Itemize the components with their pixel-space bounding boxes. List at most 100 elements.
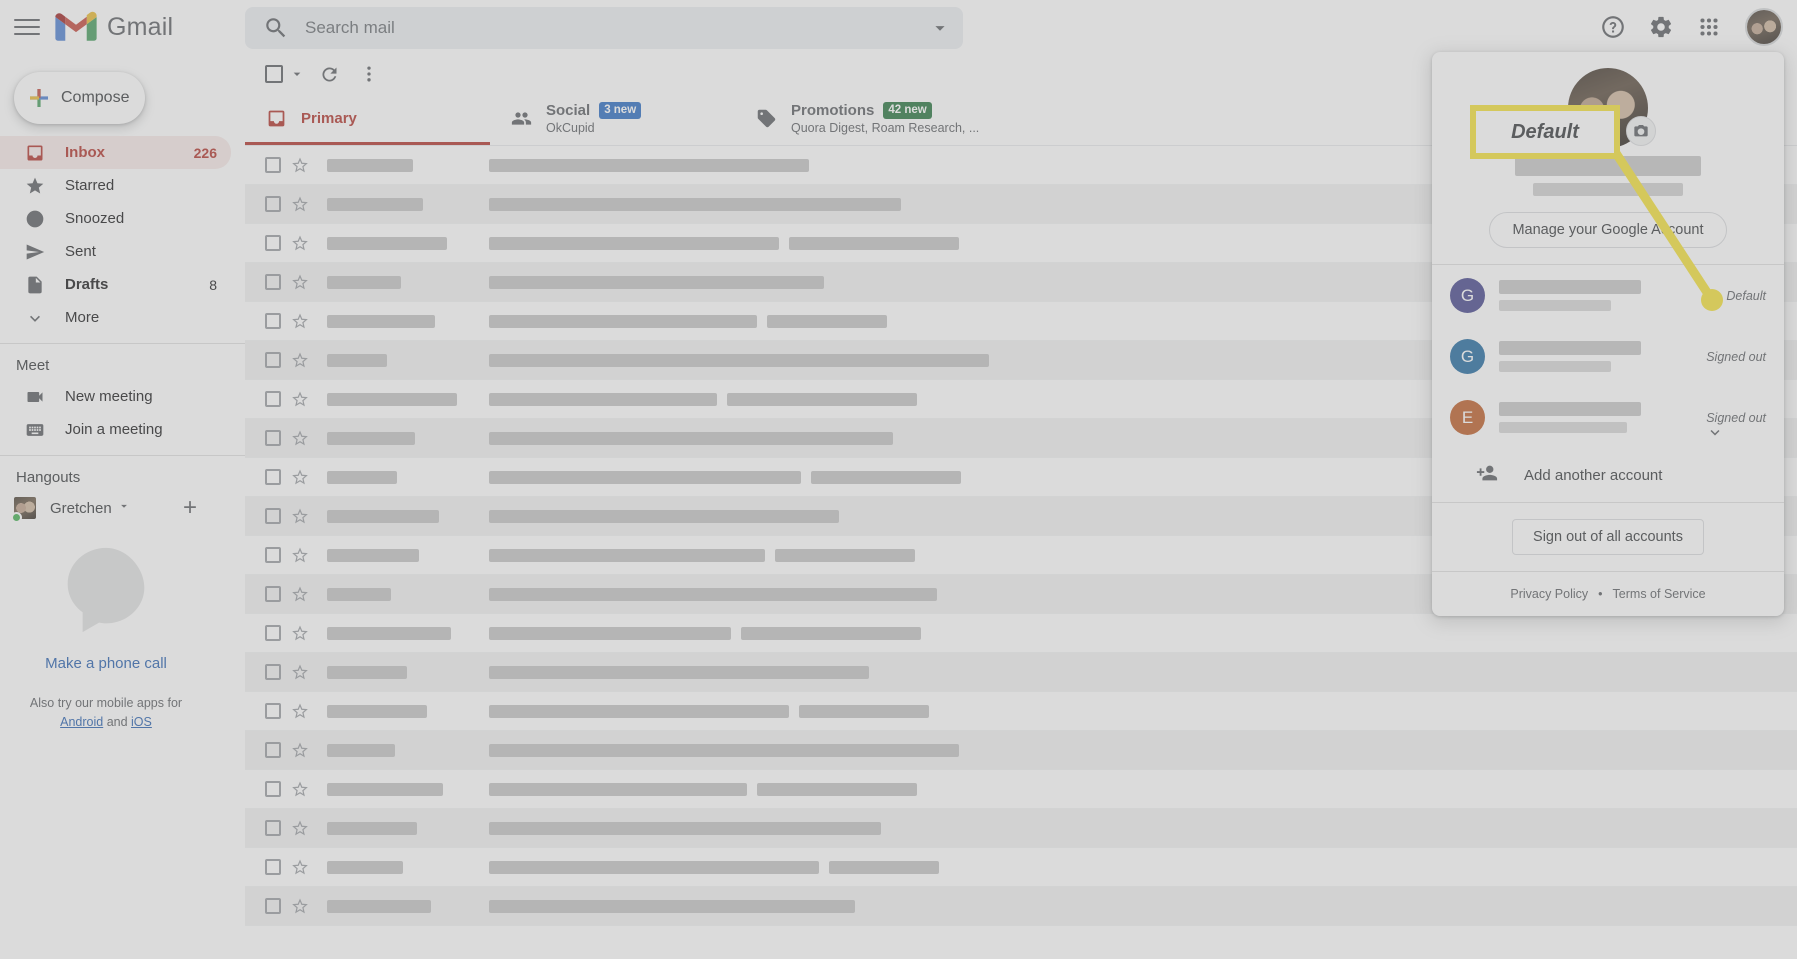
star-icon[interactable] [291,858,309,876]
row-checkbox[interactable] [265,274,281,290]
star-icon[interactable] [291,585,309,603]
sidebar-item-inbox[interactable]: Inbox 226 [0,136,231,169]
avatar[interactable] [1745,8,1783,46]
sidebar-item-sent[interactable]: Sent [0,235,231,268]
star-icon[interactable] [291,351,309,369]
star-icon[interactable] [291,897,309,915]
hamburger-icon[interactable] [14,17,40,37]
sign-out-all-button[interactable]: Sign out of all accounts [1512,519,1704,555]
add-another-account-label: Add another account [1524,466,1663,484]
add-another-account-button[interactable]: Add another account [1432,448,1784,502]
sidebar-item-starred[interactable]: Starred [0,169,231,202]
sidebar-item-join-meeting[interactable]: Join a meeting [0,413,231,446]
camera-icon[interactable] [1626,116,1656,146]
search-icon [266,18,286,38]
more-vertical-icon[interactable] [351,56,387,92]
row-checkbox[interactable] [265,313,281,329]
mobile-apps-note-prefix: Also try our mobile apps for [29,696,183,710]
star-icon[interactable] [291,819,309,837]
help-icon[interactable] [1599,13,1627,41]
tab-promotions[interactable]: Promotions 42 new Quora Digest, Roam Res… [735,94,980,145]
table-row[interactable] [245,887,1797,926]
sidebar-item-new-meeting[interactable]: New meeting [0,380,231,413]
row-checkbox[interactable] [265,742,281,758]
row-checkbox[interactable] [265,586,281,602]
row-checkbox[interactable] [265,157,281,173]
star-icon[interactable] [291,429,309,447]
subject-redacted [489,704,1797,718]
gmail-app-window: Gmail Search mail Compose Inbox 226 Star… [0,0,1797,959]
account-list-item[interactable]: G Signed out [1432,326,1784,387]
star-icon[interactable] [291,624,309,642]
row-checkbox[interactable] [265,898,281,914]
sidebar-item-more[interactable]: More [0,301,231,334]
subject-redacted [489,665,1797,679]
expand-accounts-icon[interactable] [1706,423,1724,446]
star-icon[interactable] [291,273,309,291]
subject-redacted [489,743,1797,757]
account-list-item[interactable]: G Default [1432,265,1784,326]
make-a-phone-call-link[interactable]: Make a phone call [0,655,212,672]
gmail-logo[interactable]: Gmail [54,11,173,44]
star-icon[interactable] [291,234,309,252]
sidebar-divider-2 [0,455,245,456]
table-row[interactable] [245,731,1797,770]
row-checkbox[interactable] [265,625,281,641]
terms-of-service-link[interactable]: Terms of Service [1613,587,1706,601]
row-checkbox[interactable] [265,391,281,407]
search-options-icon[interactable] [925,13,955,43]
account-list-item[interactable]: E Signed out [1432,387,1784,448]
table-row[interactable] [245,692,1797,731]
table-row[interactable] [245,809,1797,848]
row-checkbox[interactable] [265,664,281,680]
select-all-dropdown-icon[interactable] [287,56,307,92]
row-checkbox[interactable] [265,703,281,719]
search-bar[interactable] [245,7,963,49]
table-row[interactable] [245,770,1797,809]
star-icon[interactable] [291,312,309,330]
star-icon[interactable] [291,195,309,213]
hangouts-user-row[interactable]: Gretchen + [0,492,245,524]
ios-link[interactable]: iOS [131,715,152,729]
refresh-icon[interactable] [311,56,347,92]
table-row[interactable] [245,614,1797,653]
star-icon[interactable] [291,468,309,486]
account-details-redacted [1499,341,1694,372]
row-checkbox[interactable] [265,781,281,797]
row-checkbox[interactable] [265,430,281,446]
hangouts-add-icon[interactable]: + [183,496,197,520]
tab-primary[interactable]: Primary [245,94,490,145]
star-icon[interactable] [291,741,309,759]
sidebar-item-snoozed[interactable]: Snoozed [0,202,231,235]
row-checkbox[interactable] [265,196,281,212]
row-checkbox[interactable] [265,235,281,251]
row-checkbox[interactable] [265,469,281,485]
google-apps-grid-icon[interactable] [1695,13,1723,41]
row-checkbox[interactable] [265,508,281,524]
star-icon[interactable] [291,702,309,720]
manage-google-account-button[interactable]: Manage your Google Account [1489,212,1727,248]
table-row[interactable] [245,653,1797,692]
star-icon[interactable] [291,663,309,681]
row-checkbox[interactable] [265,352,281,368]
tab-badge: 42 new [883,101,932,119]
table-row[interactable] [245,848,1797,887]
tab-social[interactable]: Social 3 new OkCupid [490,94,735,145]
gear-icon[interactable] [1647,13,1675,41]
sidebar-item-drafts[interactable]: Drafts 8 [0,268,231,301]
subject-redacted [489,821,1797,835]
chevron-down-icon[interactable] [117,499,131,518]
star-icon[interactable] [291,780,309,798]
star-icon[interactable] [291,507,309,525]
select-all-checkbox[interactable] [265,65,283,83]
search-input[interactable] [303,17,925,39]
star-icon[interactable] [291,546,309,564]
star-icon[interactable] [291,156,309,174]
privacy-policy-link[interactable]: Privacy Policy [1510,587,1588,601]
android-link[interactable]: Android [60,715,103,729]
star-icon[interactable] [291,390,309,408]
row-checkbox[interactable] [265,859,281,875]
row-checkbox[interactable] [265,820,281,836]
compose-button[interactable]: Compose [14,72,145,124]
row-checkbox[interactable] [265,547,281,563]
